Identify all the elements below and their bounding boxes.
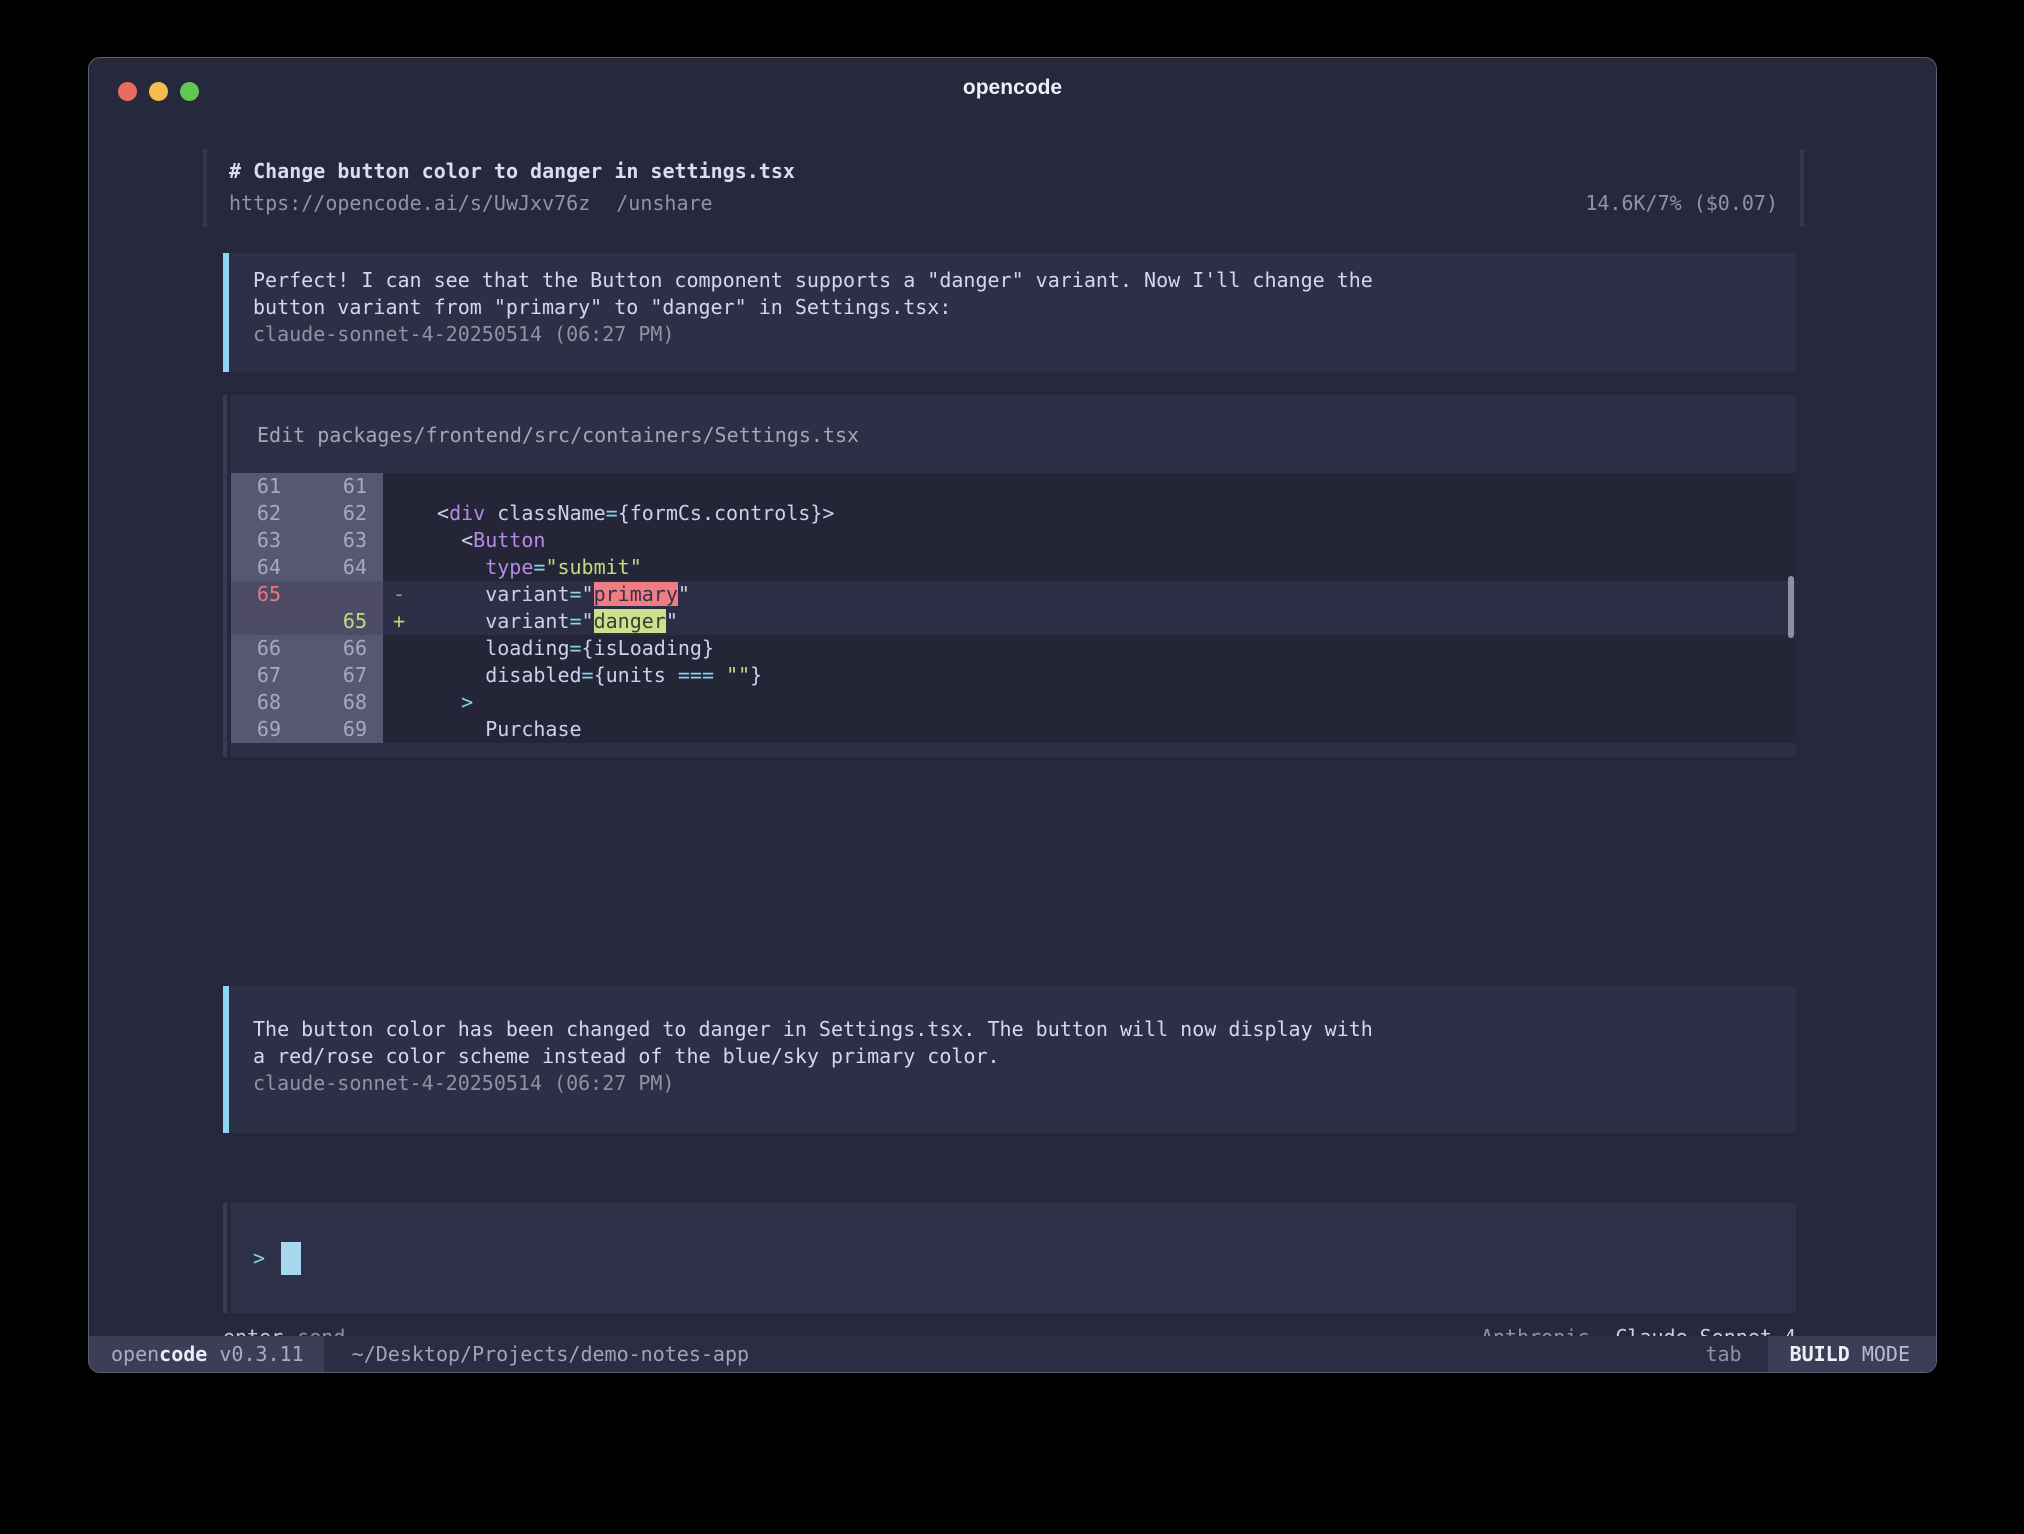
share-url-link[interactable]: https://opencode.ai/s/UwJxv76z bbox=[229, 189, 590, 217]
session-header: # Change button color to danger in setti… bbox=[203, 149, 1804, 227]
message-text-line: The button color has been changed to dan… bbox=[253, 1016, 1796, 1043]
message-text-line: a red/rose color scheme instead of the b… bbox=[253, 1043, 1796, 1070]
prompt-symbol: > bbox=[253, 1246, 265, 1270]
text-cursor bbox=[281, 1242, 301, 1275]
status-bar: opencode v0.3.11 ~/Desktop/Projects/demo… bbox=[89, 1336, 1936, 1372]
build-mode-chip[interactable]: BUILD MODE bbox=[1768, 1336, 1936, 1372]
message-model-timestamp: claude-sonnet-4-20250514 (06:27 PM) bbox=[253, 1070, 1796, 1097]
diff-row: 6262 <div className={formCs.controls}> bbox=[231, 500, 1796, 527]
context-usage-stats: 14.6K/7% ($0.07) bbox=[1585, 189, 1778, 217]
title-bar: opencode bbox=[89, 58, 1936, 118]
diff-row: 6767 disabled={units === ""} bbox=[231, 662, 1796, 689]
app-window: opencode # Change button color to danger… bbox=[88, 57, 1937, 1373]
tab-key-hint: tab bbox=[1705, 1336, 1741, 1372]
unshare-action[interactable]: /unshare bbox=[616, 189, 712, 217]
edit-file-path: Edit packages/frontend/src/containers/Se… bbox=[231, 395, 1796, 473]
diff-row: 6868 > bbox=[231, 689, 1796, 716]
session-title: # Change button color to danger in setti… bbox=[229, 157, 1778, 185]
diff-rows: 61616262 <div className={formCs.controls… bbox=[231, 473, 1796, 743]
diff-scrollbar-thumb[interactable] bbox=[1788, 576, 1794, 638]
diff-row: 65- variant="primary" bbox=[231, 581, 1796, 608]
message-text-line: button variant from "primary" to "danger… bbox=[253, 294, 1796, 321]
edit-block-left-bar bbox=[223, 395, 227, 757]
app-version-chip: opencode v0.3.11 bbox=[89, 1336, 324, 1372]
diff-row: 6161 bbox=[231, 473, 1796, 500]
prompt-input[interactable]: > bbox=[231, 1203, 1796, 1313]
diff-row: 6969 Purchase bbox=[231, 716, 1796, 743]
assistant-message-1: Perfect! I can see that the Button compo… bbox=[223, 253, 1796, 372]
edit-tool-call: Edit packages/frontend/src/containers/Se… bbox=[223, 395, 1796, 757]
working-directory: ~/Desktop/Projects/demo-notes-app bbox=[352, 1336, 749, 1372]
diff-row: 6666 loading={isLoading} bbox=[231, 635, 1796, 662]
diff-row: 6363 <Button bbox=[231, 527, 1796, 554]
diff-row: 6464 type="submit" bbox=[231, 554, 1796, 581]
app-name: open bbox=[111, 1342, 159, 1366]
app-version: v0.3.11 bbox=[207, 1342, 303, 1366]
assistant-message-2: The button color has been changed to dan… bbox=[223, 986, 1796, 1133]
input-block-left-bar bbox=[223, 1203, 227, 1313]
message-model-timestamp: claude-sonnet-4-20250514 (06:27 PM) bbox=[253, 321, 1796, 348]
window-title: opencode bbox=[89, 58, 1936, 118]
prompt-input-block: > bbox=[223, 1203, 1796, 1313]
message-text-line: Perfect! I can see that the Button compo… bbox=[253, 267, 1796, 294]
diff-row: 65+ variant="danger" bbox=[231, 608, 1796, 635]
